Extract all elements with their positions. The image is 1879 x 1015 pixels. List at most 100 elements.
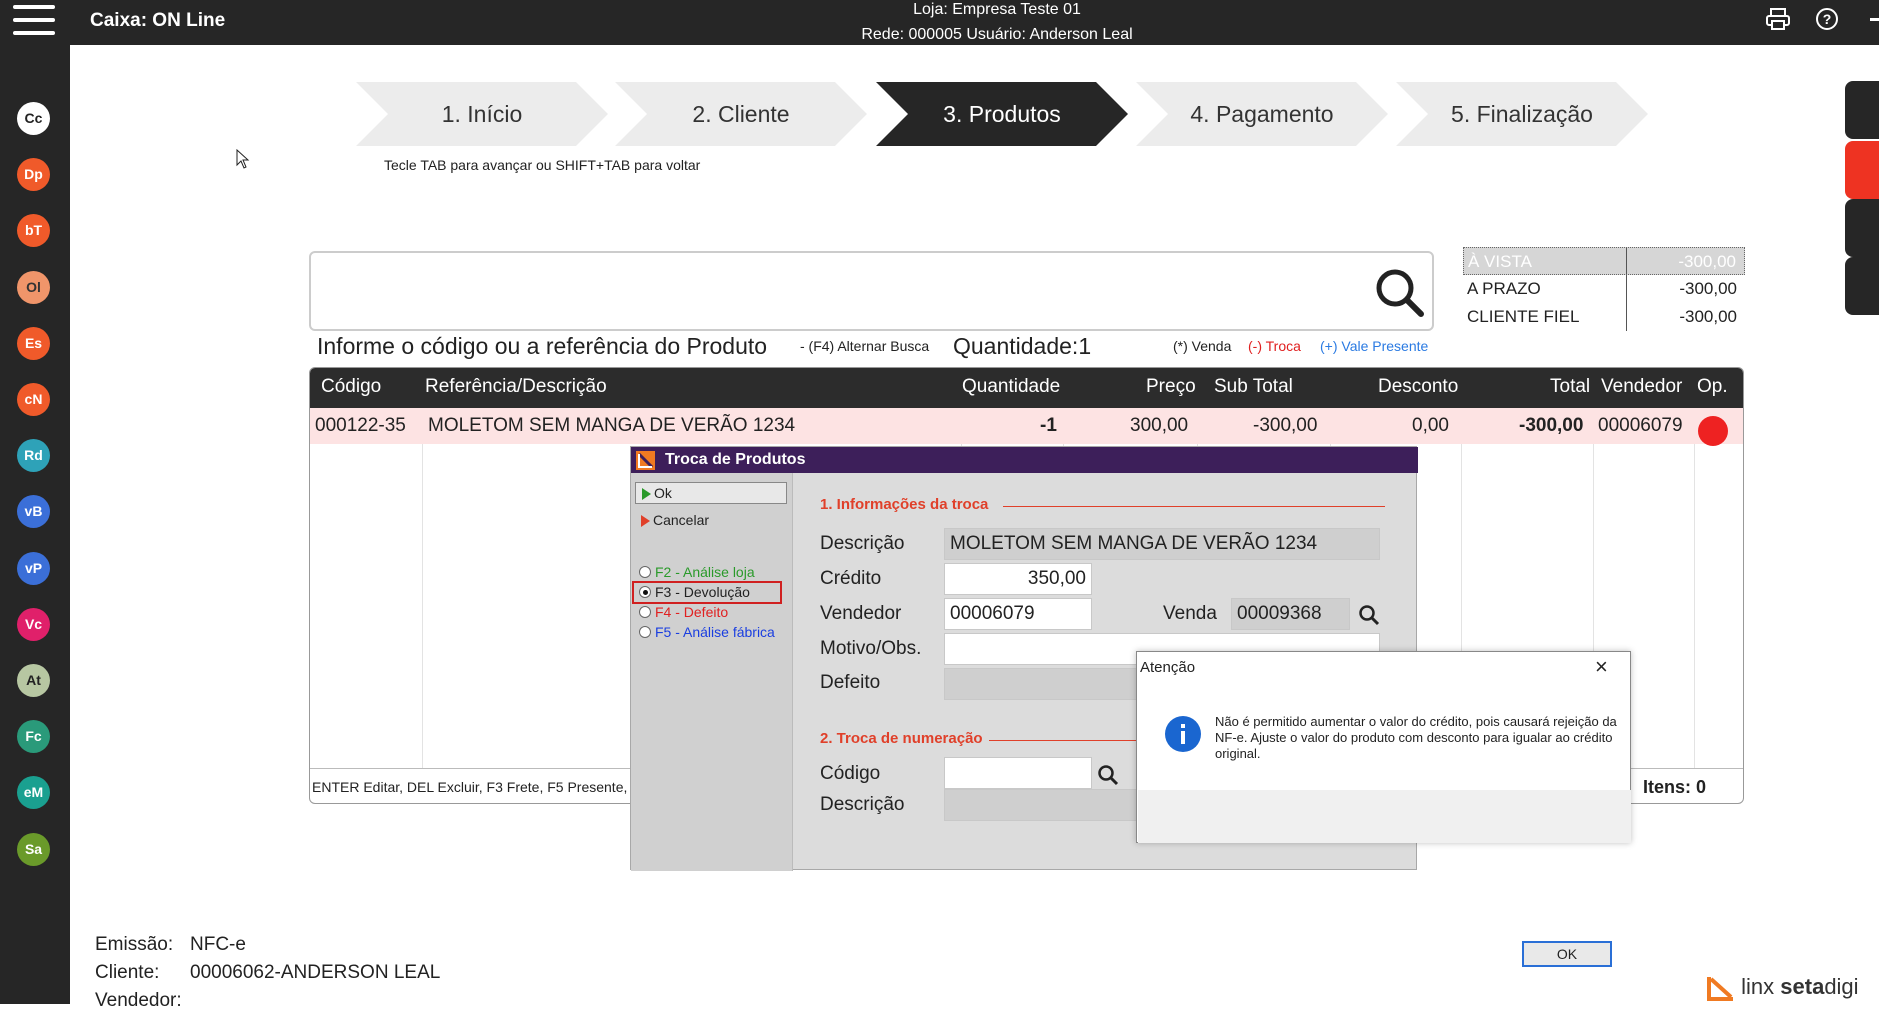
brand-logo: linx setadigi [1707, 974, 1859, 1002]
cell-total: -300,00 [1519, 415, 1584, 436]
price-label: A PRAZO [1463, 275, 1627, 303]
sidebar-item[interactable]: Sa [17, 832, 50, 866]
radio-icon [639, 606, 651, 618]
hamburger-menu-icon[interactable] [13, 3, 55, 37]
info-icon [1165, 716, 1201, 752]
column-header[interactable]: Referência/Descrição [425, 376, 607, 398]
option-analise-fabrica[interactable]: F5 - Análise fábrica [639, 624, 775, 640]
table-row[interactable]: 000122-35 MOLETOM SEM MANGA DE VERÃO 123… [310, 408, 1743, 444]
field-label: Defeito [820, 672, 881, 693]
radio-icon [639, 566, 651, 578]
sidebar-item[interactable]: At [17, 664, 50, 697]
column-header[interactable]: Sub Total [1214, 376, 1293, 398]
column-header[interactable]: Total [1550, 376, 1590, 398]
cell-quantidade: -1 [1040, 415, 1057, 436]
product-search-input[interactable] [309, 251, 1434, 331]
sidebar-item[interactable]: Dp [17, 158, 50, 192]
sidebar-item[interactable]: Cc [17, 102, 50, 135]
descricao-field[interactable]: MOLETOM SEM MANGA DE VERÃO 1234 [944, 528, 1380, 560]
emissao-label: Emissão: [95, 934, 174, 955]
right-tab-user[interactable] [1845, 199, 1879, 257]
field-label: Venda [1163, 603, 1217, 624]
cancel-button[interactable]: Cancelar [635, 510, 787, 532]
sidebar-item[interactable]: Es [17, 326, 50, 360]
column-header[interactable]: Op. [1697, 376, 1728, 398]
step-2[interactable]: 2. Cliente [615, 82, 867, 146]
venda-field[interactable]: 00009368 [1231, 598, 1350, 630]
codigo-field[interactable] [944, 757, 1092, 789]
step-1[interactable]: 1. Início [356, 82, 608, 146]
column-divider [422, 408, 423, 768]
network-user: Rede: 000005 Usuário: Anderson Leal [861, 26, 1133, 43]
step-5[interactable]: 5. Finalização [1396, 82, 1648, 146]
option-analise-loja[interactable]: F2 - Análise loja [639, 564, 755, 580]
sidebar-item[interactable]: vB [17, 495, 50, 529]
alert-ok-button[interactable]: OK [1522, 941, 1612, 967]
option-label: F5 - Análise fábrica [655, 624, 775, 640]
section-title: 1. Informações da troca [820, 496, 989, 513]
minimize-icon[interactable] [1870, 18, 1879, 21]
search-icon[interactable] [1371, 264, 1427, 320]
emissao-value: NFC-e [190, 934, 246, 955]
alert-dialog: Atenção × Não é permitido aumentar o val… [1136, 651, 1631, 967]
close-icon[interactable]: × [1595, 654, 1608, 680]
price-row[interactable]: CLIENTE FIEL -300,00 [1463, 303, 1745, 331]
sidebar-item[interactable]: Ol [17, 270, 50, 304]
option-defeito[interactable]: F4 - Defeito [639, 604, 728, 620]
column-header[interactable]: Vendedor [1601, 376, 1682, 398]
search-icon[interactable] [1097, 764, 1119, 786]
help-icon[interactable]: ? [1812, 6, 1842, 36]
right-tab-phone[interactable] [1845, 141, 1879, 199]
search-label: Informe o código ou a referência do Prod… [317, 333, 768, 359]
quantity-display: Quantidade:1 [953, 333, 1091, 360]
sidebar-item[interactable]: eM [17, 776, 50, 810]
ok-button[interactable]: Ok [635, 482, 787, 504]
sidebar-item[interactable]: Vc [17, 607, 50, 641]
app-title: Caixa: ON Line [90, 10, 226, 31]
price-value: -300,00 [1679, 279, 1737, 298]
sidebar-item[interactable]: cN [17, 383, 50, 416]
navigation-hint: Tecle TAB para avançar ou SHIFT+TAB para… [384, 157, 701, 173]
printer-icon[interactable] [1763, 6, 1793, 36]
cell-codigo: 000122-35 [315, 415, 406, 436]
sidebar-item[interactable]: Rd [17, 439, 50, 473]
cliente-value: 00006062-ANDERSON LEAL [190, 962, 441, 983]
row-operation-indicator[interactable] [1698, 416, 1728, 446]
quantity-value: 1 [1078, 333, 1092, 359]
cliente-label: Cliente: [95, 962, 160, 983]
sidebar-item[interactable]: Fc [17, 720, 50, 754]
sale-info: Emissão: NFC-e Cliente: 00006062-ANDERSON … [95, 931, 440, 1015]
column-header[interactable]: Preço [1146, 376, 1196, 398]
step-4[interactable]: 4. Pagamento [1136, 82, 1388, 146]
alert-message: Não é permitido aumentar o valor do créd… [1215, 714, 1617, 761]
price-summary: À VISTA -300,00 A PRAZO -300,00 CLIENTE FI… [1463, 247, 1745, 331]
cell-preco: 300,00 [1130, 415, 1189, 436]
step-3[interactable]: 3. Produtos [876, 82, 1128, 146]
credito-field[interactable]: 350,00 [944, 563, 1092, 595]
price-value: -300,00 [1678, 252, 1736, 271]
option-devolucao[interactable]: F3 - Devolução [639, 584, 750, 600]
right-tab-clipboard[interactable] [1845, 257, 1879, 315]
price-row[interactable]: À VISTA -300,00 [1463, 247, 1745, 275]
sidebar-item[interactable]: bT [17, 214, 50, 248]
column-header[interactable]: Desconto [1378, 376, 1458, 398]
price-row[interactable]: A PRAZO -300,00 [1463, 275, 1745, 303]
linx-logo-icon [636, 451, 655, 470]
store-name: Loja: Empresa Teste 01 [913, 1, 1081, 18]
mouse-cursor-icon [236, 149, 250, 169]
search-icon[interactable] [1358, 604, 1380, 626]
vendedor-field[interactable]: 00006079 [944, 598, 1092, 630]
legend-venda: (*) Venda [1173, 338, 1232, 354]
column-header[interactable]: Quantidade [962, 376, 1060, 398]
top-bar: Caixa: ON Line Loja: Empresa Teste 01 Re… [0, 0, 1879, 45]
emissao-row: Emissão: NFC-e [95, 931, 440, 959]
option-label: F2 - Análise loja [655, 564, 755, 580]
radio-icon [639, 586, 651, 598]
svg-text:?: ? [1823, 11, 1832, 27]
sidebar-item[interactable]: vP [17, 551, 50, 585]
field-label: Descrição [820, 794, 905, 815]
right-tab-chat[interactable] [1845, 81, 1879, 139]
column-header[interactable]: Código [321, 376, 381, 398]
section-title: 2. Troca de numeração [820, 730, 983, 747]
legend-vale-presente: (+) Vale Presente [1320, 338, 1429, 354]
